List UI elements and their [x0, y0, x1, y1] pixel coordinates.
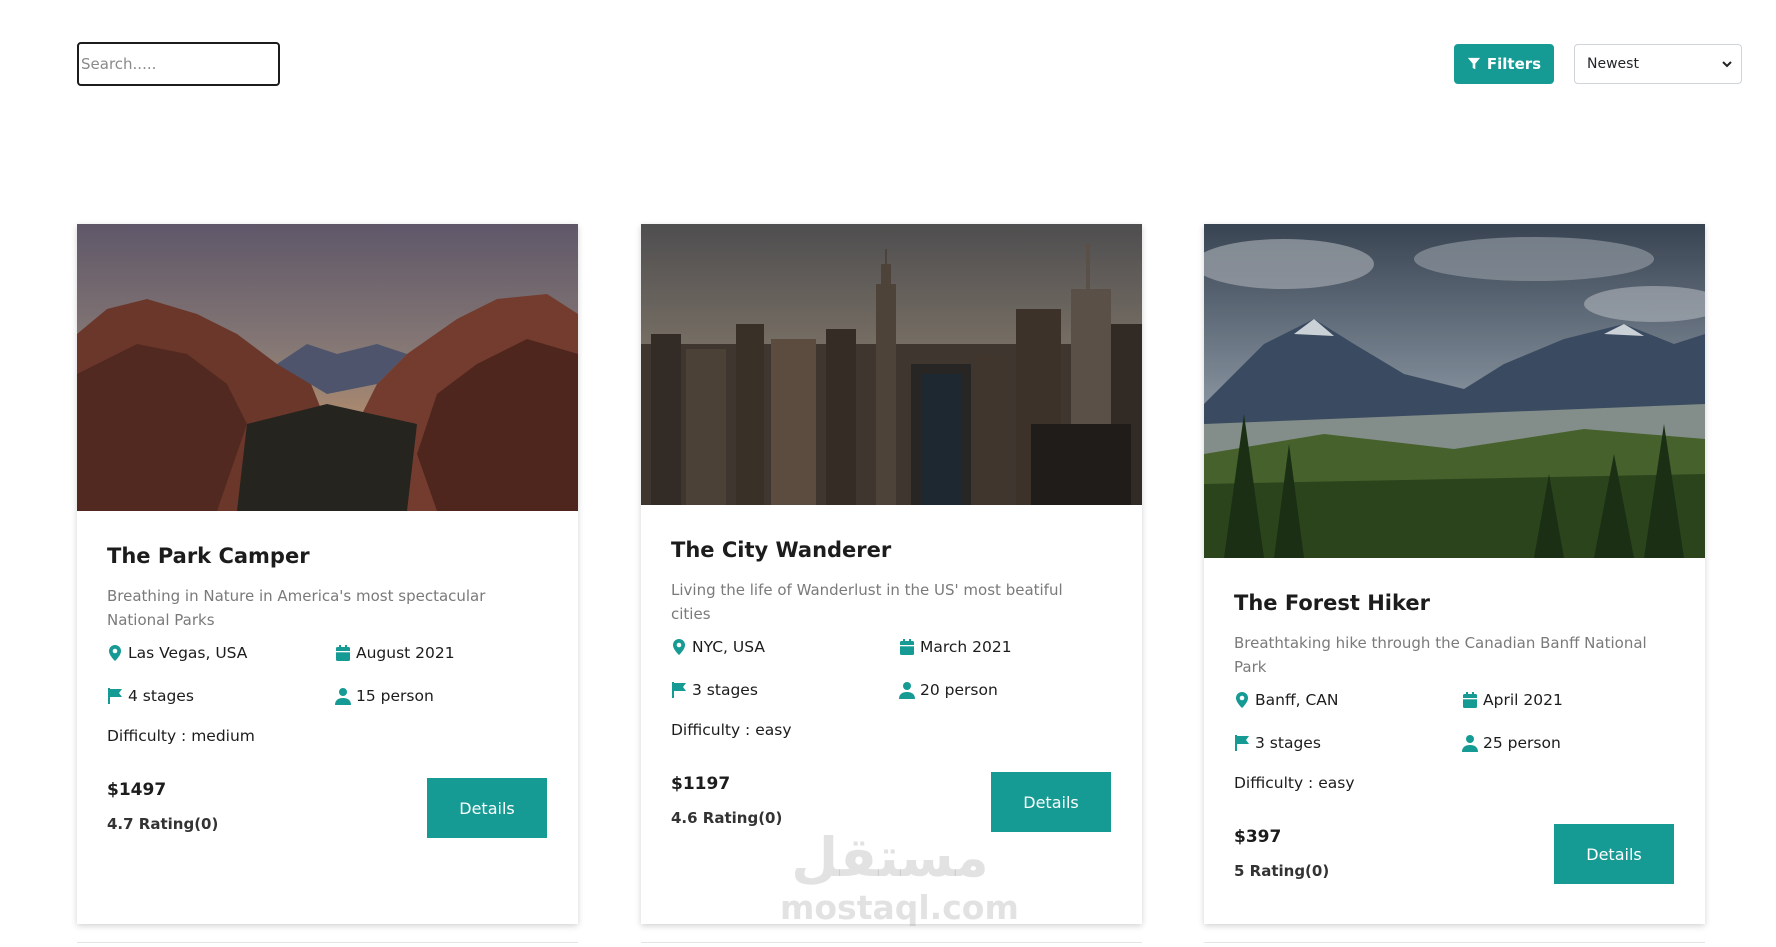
tour-stages: 3 stages: [671, 681, 758, 699]
tour-difficulty: Difficulty : easy: [671, 721, 792, 739]
tour-date: April 2021: [1462, 691, 1563, 709]
user-icon: [1462, 735, 1478, 752]
tour-date-text: August 2021: [356, 644, 455, 662]
tour-stages-text: 3 stages: [1255, 734, 1321, 752]
tour-date-text: March 2021: [920, 638, 1012, 656]
tour-image: [1204, 224, 1705, 558]
tour-price: $397: [1234, 827, 1282, 847]
sort-select[interactable]: Newest: [1574, 44, 1742, 84]
tour-description: Breathtaking hike through the Canadian B…: [1234, 634, 1647, 676]
tour-price: $1497: [107, 780, 167, 800]
details-button[interactable]: Details: [991, 772, 1111, 832]
flag-icon: [108, 688, 122, 704]
tour-title: The Forest Hiker: [1234, 591, 1430, 615]
tour-date: March 2021: [899, 638, 1012, 656]
filters-label: Filters: [1486, 55, 1542, 73]
map-pin-icon: [1236, 692, 1248, 708]
sort-selected-value: Newest: [1587, 56, 1639, 72]
calendar-icon: [336, 645, 350, 661]
tour-title: The Park Camper: [107, 544, 310, 568]
next-row-card-edge: [77, 942, 578, 947]
tour-location-text: Banff, CAN: [1255, 691, 1339, 709]
chevron-down-icon: [1722, 61, 1732, 68]
user-icon: [899, 682, 915, 699]
tour-people-text: 20 person: [920, 681, 998, 699]
tour-stages: 4 stages: [107, 687, 194, 705]
tour-location-text: Las Vegas, USA: [128, 644, 248, 662]
calendar-icon: [900, 639, 914, 655]
tour-people-text: 15 person: [356, 687, 434, 705]
flag-icon: [672, 682, 686, 698]
tour-description: Breathing in Nature in America's most sp…: [107, 587, 486, 629]
tour-rating: 4.6 Rating(0): [671, 809, 783, 827]
tour-location-text: NYC, USA: [692, 638, 765, 656]
tour-price: $1197: [671, 774, 731, 794]
tour-people-text: 25 person: [1483, 734, 1561, 752]
tour-title: The City Wanderer: [671, 538, 892, 562]
map-pin-icon: [109, 645, 121, 661]
tour-people: 15 person: [335, 687, 434, 705]
tour-description: Living the life of Wanderlust in the US'…: [671, 581, 1063, 623]
tour-image: [641, 224, 1142, 505]
tour-rating: 4.7 Rating(0): [107, 815, 219, 833]
tour-card: The City Wanderer Living the life of Wan…: [641, 224, 1142, 924]
tour-location: Banff, CAN: [1234, 691, 1339, 709]
tour-difficulty: Difficulty : medium: [107, 727, 255, 745]
tour-card: The Forest Hiker Breathtaking hike throu…: [1204, 224, 1705, 924]
next-row-card-edge: [1204, 942, 1705, 947]
next-row-card-edge: [641, 942, 1142, 947]
tour-card: The Park Camper Breathing in Nature in A…: [77, 224, 578, 924]
user-icon: [335, 688, 351, 705]
tour-rating: 5 Rating(0): [1234, 862, 1330, 880]
tour-date: August 2021: [335, 644, 455, 662]
tour-date-text: April 2021: [1483, 691, 1563, 709]
tour-difficulty: Difficulty : easy: [1234, 774, 1355, 792]
tour-stages-text: 3 stages: [692, 681, 758, 699]
details-button[interactable]: Details: [427, 778, 547, 838]
tour-location: NYC, USA: [671, 638, 765, 656]
toolbar: Filters Newest: [0, 0, 1776, 120]
map-pin-icon: [673, 639, 685, 655]
tour-stages-text: 4 stages: [128, 687, 194, 705]
search-input[interactable]: [77, 42, 280, 86]
tour-stages: 3 stages: [1234, 734, 1321, 752]
tour-people: 20 person: [899, 681, 998, 699]
filters-button[interactable]: Filters: [1454, 44, 1554, 84]
flag-icon: [1235, 735, 1249, 751]
tour-people: 25 person: [1462, 734, 1561, 752]
filter-icon: [1467, 57, 1481, 70]
details-button[interactable]: Details: [1554, 824, 1674, 884]
calendar-icon: [1463, 692, 1477, 708]
tour-image: [77, 224, 578, 511]
tour-location: Las Vegas, USA: [107, 644, 247, 662]
